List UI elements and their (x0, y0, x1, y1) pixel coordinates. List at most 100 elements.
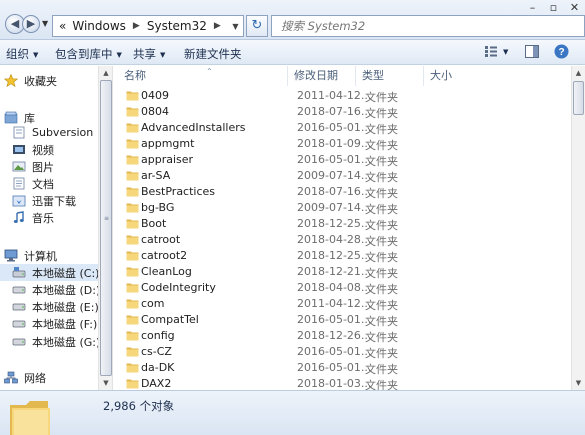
svg-text:?: ? (558, 47, 564, 58)
table-row[interactable]: CodeIntegrity 2018-04-08... 文件夹 (114, 280, 571, 296)
drive-icon (12, 303, 26, 311)
column-header-size[interactable]: 大小 (424, 66, 484, 86)
breadcrumb-separator-icon[interactable]: ▶ (214, 21, 221, 31)
table-row[interactable]: 0409 2011-04-12... 文件夹 (114, 88, 571, 104)
table-row[interactable]: Boot 2018-12-25... 文件夹 (114, 216, 571, 232)
preview-pane-icon[interactable] (525, 45, 539, 58)
music-note-icon (13, 211, 24, 223)
nav-library-thunder-downloads[interactable]: 迅雷下载 (12, 192, 98, 209)
command-bar: 组织 ▼ 包含到库中 ▼ 共享 ▼ 新建文件夹 ▼ ? (0, 40, 585, 65)
file-name: config (141, 329, 175, 342)
table-row[interactable]: AdvancedInstallers 2016-05-01... 文件夹 (114, 120, 571, 136)
minimize-button[interactable]: – (522, 0, 543, 16)
table-row[interactable]: CleanLog 2018-12-21... 文件夹 (114, 264, 571, 280)
breadcrumb-separator-icon[interactable]: ▶ (133, 21, 140, 31)
table-row[interactable]: BestPractices 2018-07-16... 文件夹 (114, 184, 571, 200)
table-row[interactable]: 0804 2018-07-16... 文件夹 (114, 104, 571, 120)
document-icon (13, 177, 25, 190)
table-row[interactable]: com 2011-04-12... 文件夹 (114, 296, 571, 312)
table-row[interactable]: DAX2 2018-01-03... 文件夹 (114, 376, 571, 390)
drive-icon (12, 320, 26, 328)
scrollbar-thumb[interactable]: ≡ (100, 80, 112, 376)
table-row[interactable]: config 2018-12-26... 文件夹 (114, 328, 571, 344)
table-row[interactable]: ar-SA 2009-07-14... 文件夹 (114, 168, 571, 184)
table-row[interactable]: da-DK 2016-05-01... 文件夹 (114, 360, 571, 376)
address-dropdown-icon[interactable]: ▼ (228, 22, 243, 31)
refresh-button[interactable]: ↻ (246, 15, 268, 37)
close-button[interactable]: ✕ (564, 0, 585, 16)
breadcrumb-windows[interactable]: Windows (72, 19, 126, 33)
help-icon[interactable]: ? (554, 44, 569, 59)
nav-drive-label: 本地磁盘 (C:) (32, 266, 98, 280)
nav-computer-label: 计算机 (24, 249, 57, 263)
scroll-up-icon[interactable]: ▲ (100, 66, 112, 80)
nav-drive-f[interactable]: 本地磁盘 (F:) (12, 315, 98, 332)
back-arrow-icon: ◀ (10, 17, 20, 30)
scrollbar-thumb[interactable] (573, 81, 584, 115)
nav-drive-c[interactable]: 本地磁盘 (C:) (0, 264, 98, 281)
file-type: 文件夹 (365, 267, 398, 280)
nav-library-item-label: 音乐 (32, 211, 54, 225)
file-name: 0804 (141, 105, 169, 118)
nav-drive-g[interactable]: 本地磁盘 (G:) (12, 333, 98, 350)
share-button[interactable]: 共享 ▼ (133, 46, 165, 62)
column-size-label: 大小 (430, 69, 452, 82)
table-row[interactable]: appmgmt 2018-01-09... 文件夹 (114, 136, 571, 152)
table-row[interactable]: catroot 2018-04-28... 文件夹 (114, 232, 571, 248)
file-name: 0409 (141, 89, 169, 102)
scroll-up-icon[interactable]: ▲ (572, 66, 585, 80)
nav-library-videos[interactable]: 视频 (12, 141, 98, 158)
view-dropdown-icon[interactable]: ▼ (503, 48, 508, 56)
address-root-chevron[interactable]: « (59, 19, 66, 33)
new-folder-label: 新建文件夹 (184, 47, 242, 61)
file-type: 文件夹 (365, 251, 398, 264)
column-header-type[interactable]: 类型 (356, 66, 424, 86)
file-date: 2018-04-28... (297, 233, 372, 246)
table-row[interactable]: appraiser 2016-05-01... 文件夹 (114, 152, 571, 168)
column-header-date[interactable]: 修改日期 (288, 66, 356, 86)
breadcrumb-system32[interactable]: System32 (147, 19, 207, 33)
navigation-scrollbar[interactable]: ▲ ≡ ▼ (98, 66, 113, 390)
nav-library-music[interactable]: 音乐 (12, 209, 98, 226)
table-row[interactable]: cs-CZ 2016-05-01... 文件夹 (114, 344, 571, 360)
search-input[interactable] (281, 19, 561, 33)
file-name: com (141, 297, 165, 310)
nav-favorites[interactable]: 收藏夹 (4, 72, 98, 89)
file-date: 2018-12-21... (297, 265, 372, 278)
star-icon (4, 74, 18, 87)
nav-drive-e[interactable]: 本地磁盘 (E:) (12, 298, 98, 315)
folder-icon (126, 299, 139, 309)
document-library-icon (13, 126, 25, 139)
table-row[interactable]: catroot2 2018-12-25... 文件夹 (114, 248, 571, 264)
column-name-label: 名称 (124, 69, 146, 82)
file-type: 文件夹 (365, 139, 398, 152)
history-dropdown-icon[interactable]: ▼ (42, 19, 48, 28)
nav-computer[interactable]: 计算机 (4, 247, 98, 264)
nav-library-subversion[interactable]: Subversion (12, 124, 98, 141)
new-folder-button[interactable]: 新建文件夹 (184, 46, 242, 62)
include-in-library-button[interactable]: 包含到库中 ▼ (55, 46, 122, 62)
download-icon (12, 195, 26, 207)
table-row[interactable]: bg-BG 2009-07-14... 文件夹 (114, 200, 571, 216)
column-header-name[interactable]: 名称 ⌃ (118, 66, 288, 86)
file-name: DAX2 (141, 377, 172, 390)
address-field[interactable]: « Windows ▶ System32 ▶ ▼ (52, 15, 244, 37)
maximize-button[interactable]: ▫ (543, 0, 564, 16)
file-type: 文件夹 (365, 203, 398, 216)
nav-library-pictures[interactable]: 图片 (12, 158, 98, 175)
scroll-down-icon[interactable]: ▼ (572, 376, 585, 390)
nav-drive-d[interactable]: 本地磁盘 (D:) (12, 281, 98, 298)
view-options-icon[interactable] (484, 45, 498, 58)
organize-button[interactable]: 组织 ▼ (6, 46, 38, 62)
scroll-down-icon[interactable]: ▼ (100, 376, 112, 390)
file-type: 文件夹 (365, 107, 398, 120)
column-date-label: 修改日期 (294, 69, 338, 82)
table-row[interactable]: CompatTel 2016-05-01... 文件夹 (114, 312, 571, 328)
search-box[interactable] (271, 15, 585, 37)
file-list-scrollbar[interactable]: ▲ ▼ (571, 66, 585, 390)
nav-library-documents[interactable]: 文档 (12, 175, 98, 192)
forward-button[interactable]: ▶ (22, 15, 40, 33)
nav-network[interactable]: 网络 (4, 369, 98, 386)
file-type: 文件夹 (365, 187, 398, 200)
file-type: 文件夹 (365, 91, 398, 104)
